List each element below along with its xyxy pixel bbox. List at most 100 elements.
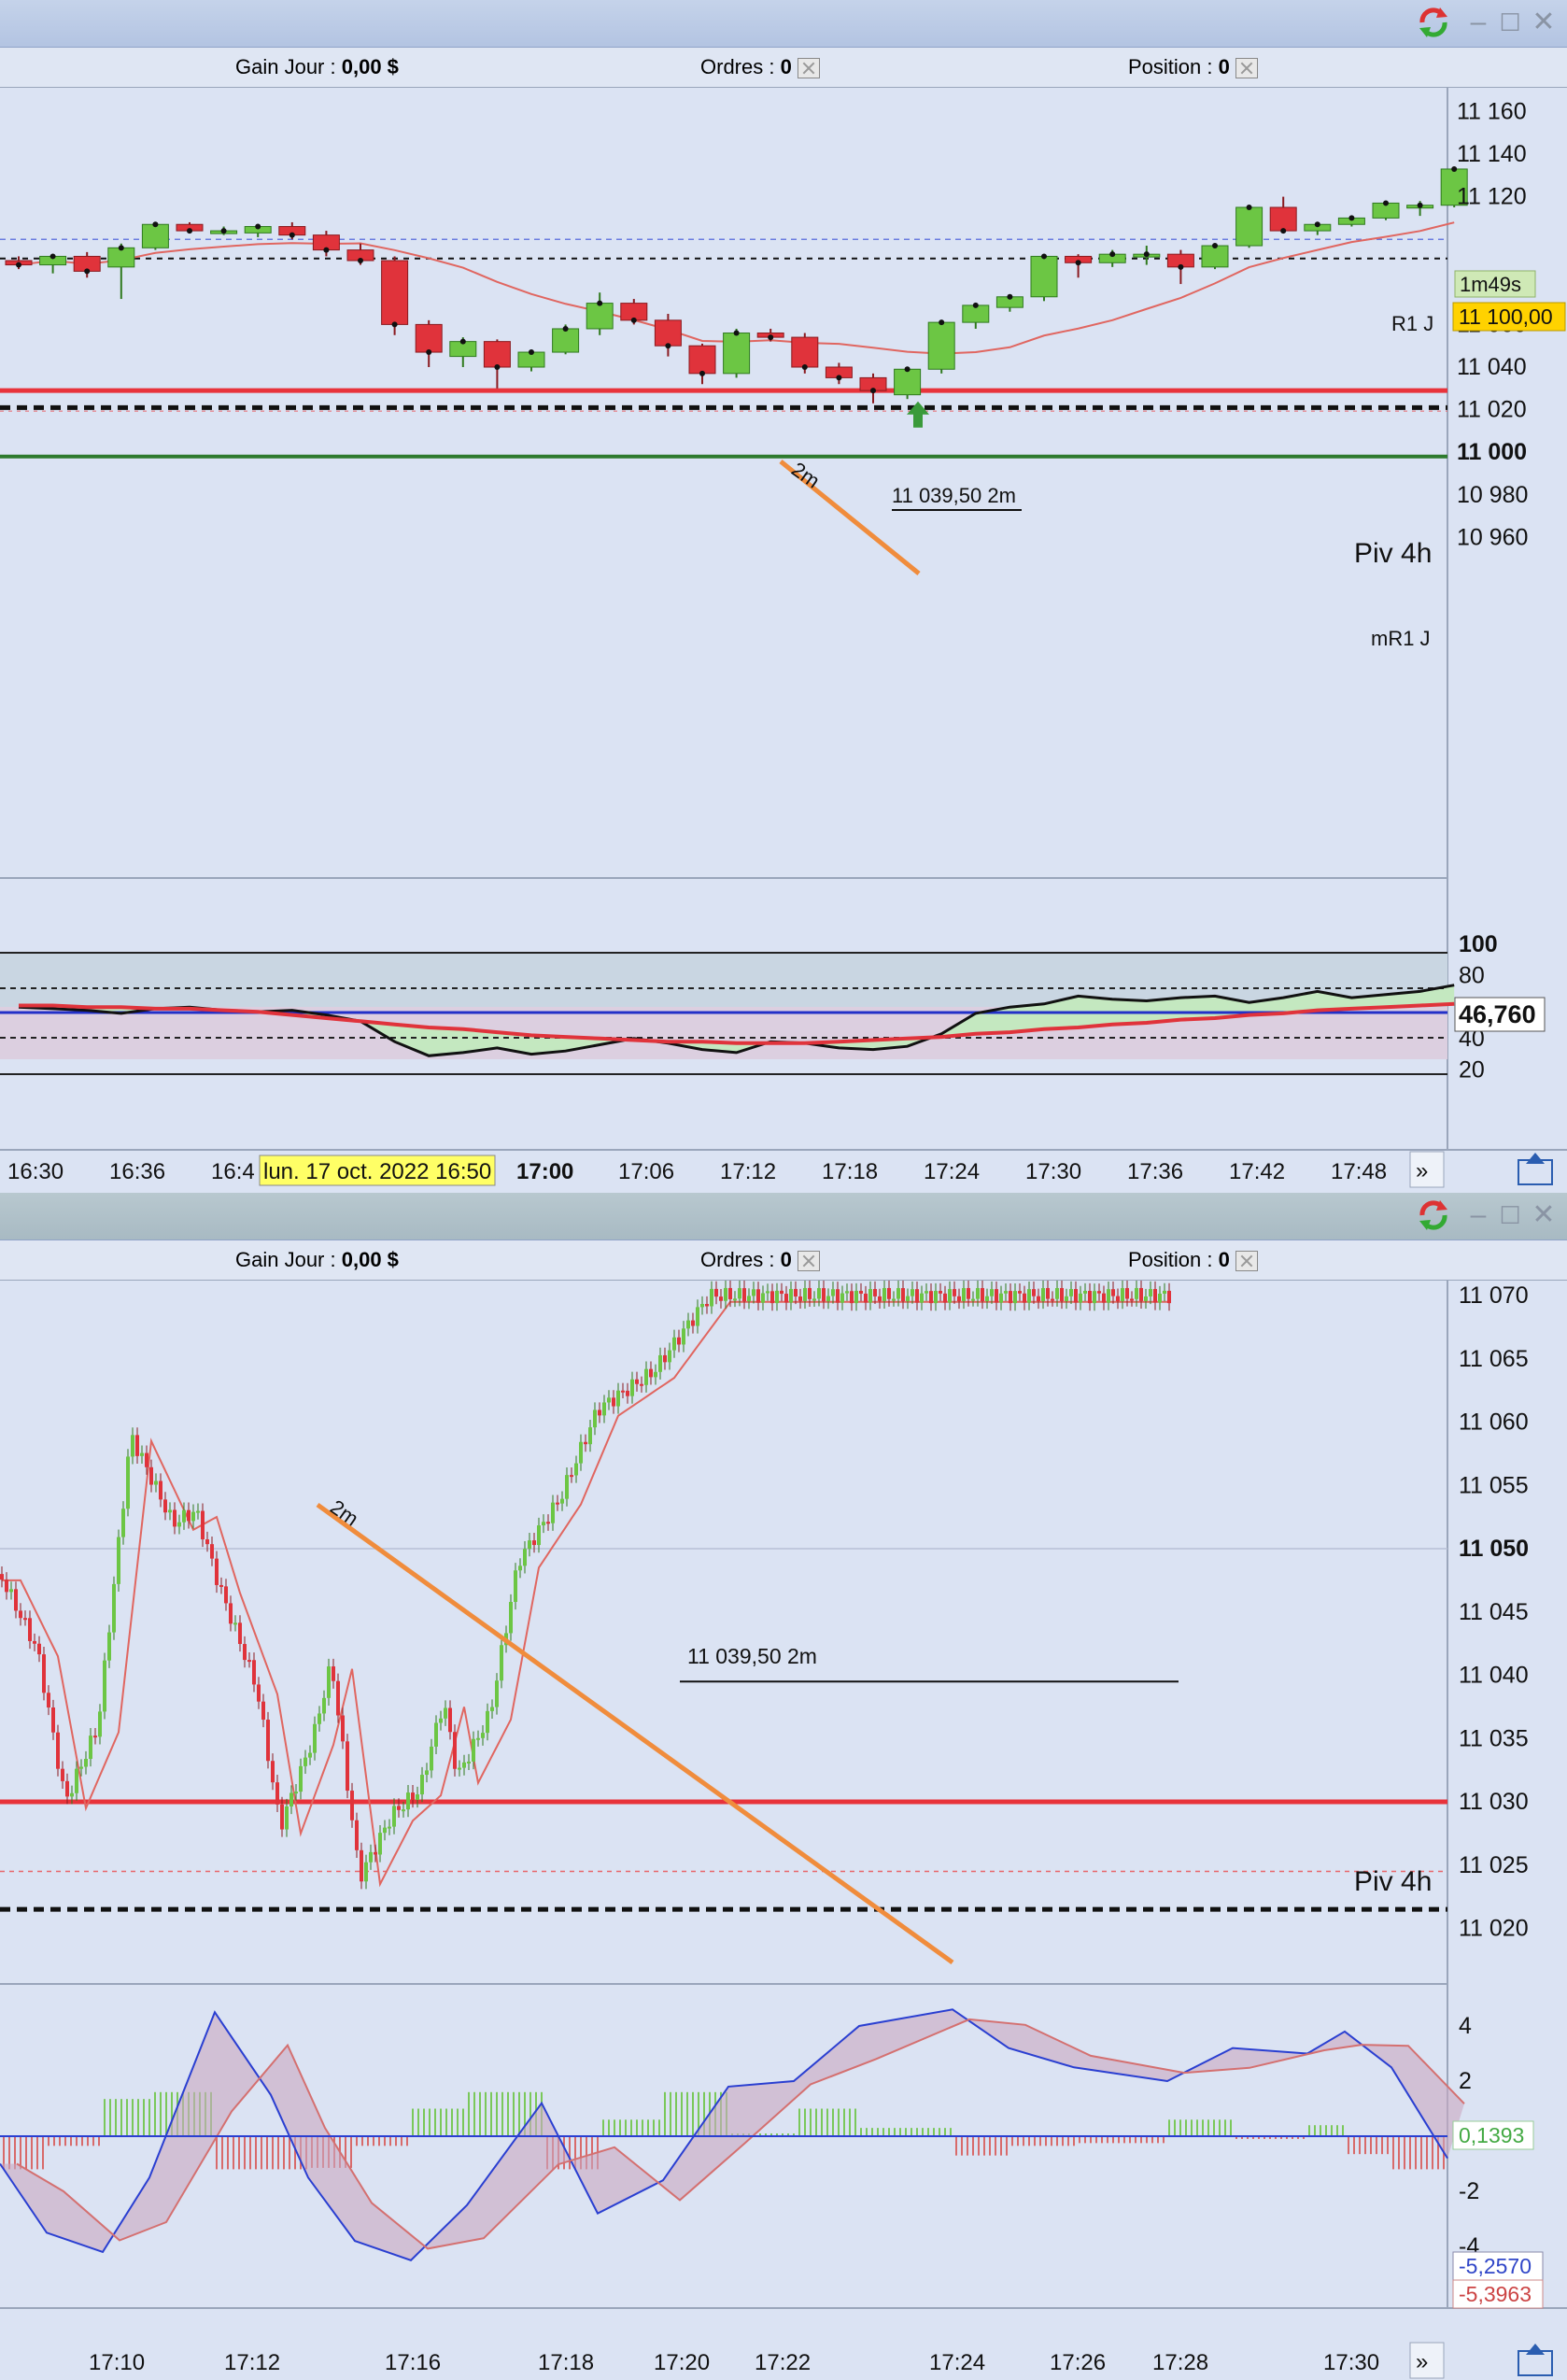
tick-candle [1088,1291,1092,1304]
candle-close-dot [1417,202,1423,208]
time-tick-label: 16:4 [211,1159,255,1184]
candle-close-dot [1109,251,1116,258]
tick-candle [1093,1291,1096,1304]
candle-close-dot [768,334,774,341]
price-tick-label: 11 160 [1457,98,1527,124]
tick-candle [126,1456,130,1509]
tick-candle [523,1549,527,1566]
time-tick-label: 17:24 [929,2350,985,2375]
price-tick-label: 11 120 [1457,184,1527,210]
candle-close-dot [118,245,124,251]
close-orders-icon[interactable] [797,1251,820,1272]
tick-candle [612,1397,615,1407]
tick-candle [1163,1290,1166,1294]
tick-candle [798,1296,802,1301]
maximize-icon[interactable]: ☐ [1494,1197,1526,1234]
svg-text:0,1393: 0,1393 [1459,2123,1524,2147]
tick-candle [173,1509,176,1527]
candle-close-dot [836,375,842,381]
tick-candle [187,1509,191,1522]
candle [723,333,751,375]
time-tick-label: 17:30 [1025,1159,1081,1184]
refresh-icon[interactable] [1416,6,1451,37]
tick-candle [159,1480,162,1500]
tick-candle [219,1584,223,1587]
candle-close-dot [391,321,398,328]
candle-close-dot [84,268,91,275]
scroll-right-icon: » [1416,2349,1428,2374]
time-tick-label: 17:42 [1229,1159,1285,1184]
tick-candle [775,1290,779,1304]
time-tick-label: 17:06 [618,1159,674,1184]
tick-candle [514,1570,517,1603]
candle [552,328,580,353]
tick-candle [920,1293,924,1303]
tick-candle [696,1307,699,1326]
tick-candle [742,1288,746,1302]
tick-candle [654,1371,657,1378]
tick-candle [1009,1291,1012,1304]
minimize-icon[interactable]: – [1462,4,1494,41]
tick-candle [149,1466,153,1485]
close-icon[interactable]: ✕ [1528,1197,1560,1234]
close-orders-icon[interactable] [797,58,820,79]
tick-candle [542,1522,545,1526]
tick-candle [728,1287,732,1299]
tick-candle [621,1390,625,1393]
tick-candle [411,1792,415,1800]
tick-candle [266,1720,270,1762]
time-tick-label: 17:12 [224,2350,280,2375]
close-position-icon[interactable] [1235,58,1258,79]
price-tick-label: 11 020 [1459,1916,1529,1942]
macd-tick-label: 2 [1459,2068,1472,2094]
close-position-icon[interactable] [1235,1251,1258,1272]
tick-candle [990,1289,994,1296]
tick-candle [374,1851,377,1855]
rsi-tick-label: 80 [1459,963,1485,989]
tick-candle [682,1328,685,1345]
candle-close-dot [187,228,192,234]
tick-candle [976,1288,980,1299]
tick-candle [766,1291,769,1294]
tick-candle [864,1293,868,1303]
time-tick-label: 17:30 [1323,2350,1379,2375]
price-chart-2m[interactable]: 2m 11 039,50 2m Piv 4h R1 J mR1 J 11 160… [0,88,1567,1190]
candle-close-dot [904,366,911,373]
candle-close-dot [1041,253,1047,260]
svg-text:11 100,00: 11 100,00 [1459,305,1553,329]
tick-candle [911,1289,914,1296]
tick-candle [672,1337,676,1351]
window1-statusbar: Gain Jour : 0,00 $ Ordres : 0 Position :… [0,48,1567,88]
tick-candle [1051,1298,1054,1301]
time-tick-label: 17:36 [1127,1159,1183,1184]
tick-candle [121,1509,125,1537]
minimize-icon[interactable]: – [1462,1197,1494,1234]
tick-candle [383,1827,387,1834]
tick-candle [182,1509,186,1523]
candle [381,260,409,325]
tick-candle [9,1589,13,1593]
tick-candle [1074,1289,1078,1303]
price-tick-label: 11 040 [1457,354,1527,380]
candle [483,341,511,368]
candle-close-dot [16,262,21,268]
candle-close-dot [1178,263,1184,270]
tick-candle [509,1602,513,1634]
price-chart-tick[interactable]: 2m 11 039,50 2m Piv 4h 11 07011 06511 06… [0,1281,1567,2380]
refresh-icon[interactable] [1416,1198,1451,1230]
tick-candle [490,1707,494,1711]
close-icon[interactable]: ✕ [1528,4,1560,41]
candle [791,336,819,368]
tick-candle [5,1580,8,1593]
price-tick-label: 11 020 [1457,397,1527,423]
tick-candle [252,1660,256,1685]
window2-titlebar: – ☐ ✕ [0,1193,1567,1240]
maximize-icon[interactable]: ☐ [1494,4,1526,41]
tick-candle [663,1354,667,1363]
tick-candle [196,1510,200,1513]
tick-candle [98,1711,102,1737]
tick-candle [322,1697,326,1714]
candle-close-dot [529,349,534,356]
rsi-value-badge: 46,760 [1454,997,1546,1032]
tick-candle [948,1289,952,1303]
